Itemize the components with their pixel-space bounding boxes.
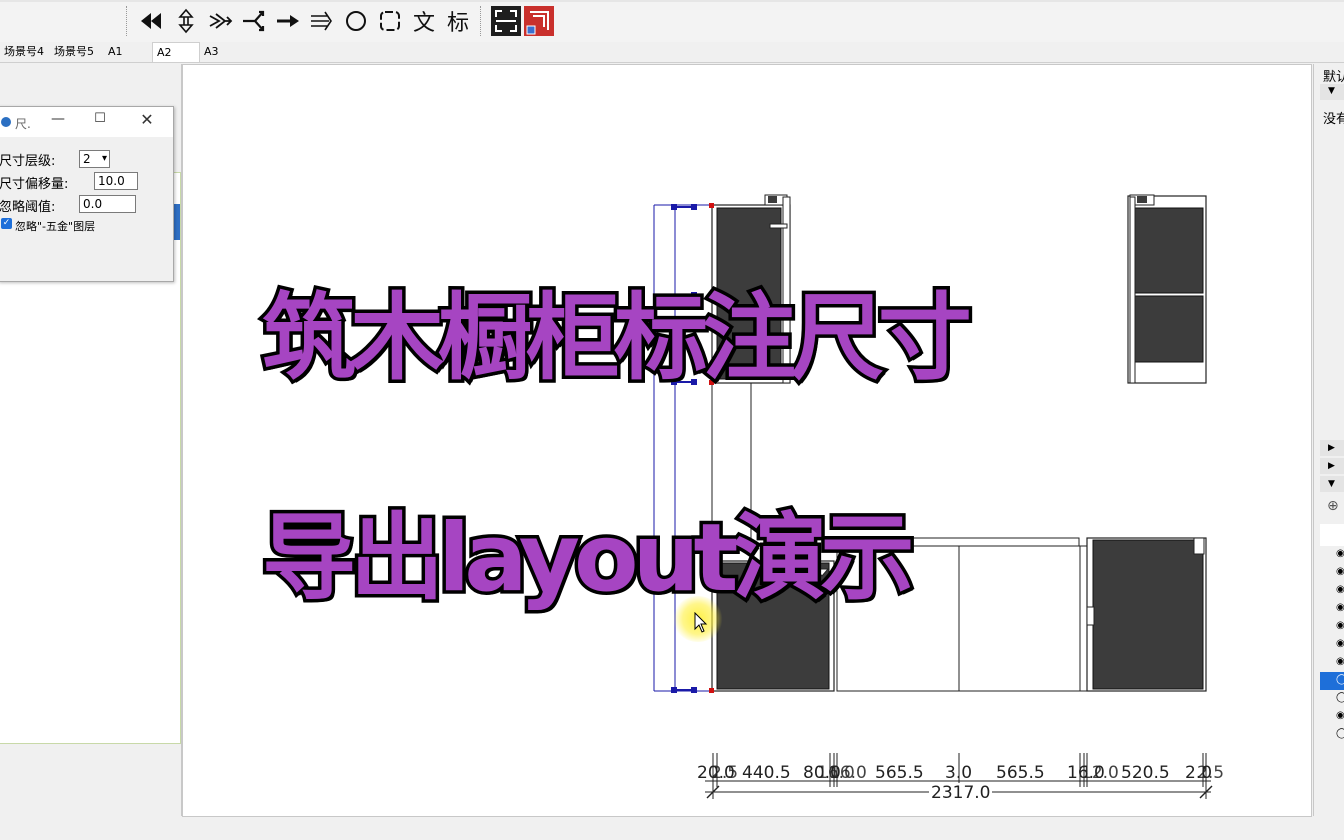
branch-tool-button[interactable] <box>203 5 237 37</box>
eye-icon[interactable]: ◉ <box>1336 566 1344 577</box>
dimension-label-cabinet-1: 440.5 <box>742 763 791 783</box>
right-panel-empty-text: 没有 <box>1323 112 1344 127</box>
toolbar-grip[interactable] <box>126 6 131 36</box>
back-arrow-tool-button[interactable] <box>135 5 169 37</box>
eye-icon[interactable]: ◉ <box>1336 710 1344 721</box>
collapse-triangle-icon-2[interactable]: ▼ <box>1328 479 1335 489</box>
label-tool-button[interactable]: 标 <box>441 5 475 37</box>
level-select[interactable]: 2 ▾ <box>79 150 110 168</box>
dimension-label-center-gap: 3.0 <box>945 763 973 783</box>
dimension-label-panel-2: 16.0 <box>829 763 867 783</box>
offset-input[interactable]: 10.0 <box>94 172 138 190</box>
expand-triangle-icon-2[interactable]: ▶ <box>1328 461 1335 471</box>
dimension-label-sink-1: 565.5 <box>875 763 924 783</box>
dimension-label-cabinet-2: 520.5 <box>1121 763 1170 783</box>
dimension-dialog: 尺. — ☐ ✕ 尺寸层级: 2 ▾ 尺寸偏移量: 10.0 忽略阈值: 0.0… <box>0 106 174 282</box>
tab-a1[interactable]: A1 <box>104 42 152 62</box>
double-left-arrow-icon <box>141 13 161 29</box>
eye-icon[interactable]: ◉ <box>1336 620 1344 631</box>
drawing-tool-group: 文 标 <box>126 3 480 39</box>
offset-label: 尺寸偏移量: <box>0 177 69 192</box>
multi-line-arrow-icon <box>311 11 332 31</box>
dimension-label-total: 2317.0 <box>929 783 993 803</box>
right-panel-header[interactable]: 默认 <box>1323 66 1344 85</box>
layout-export-icon <box>524 6 555 36</box>
ignore-hardware-checkbox[interactable]: ✓ <box>1 218 12 229</box>
split-tool-button[interactable] <box>237 5 271 37</box>
upper-right-cabinet[interactable] <box>1127 194 1207 384</box>
app-logo-icon <box>1 117 11 127</box>
export-layout-button[interactable] <box>522 5 556 37</box>
text-tool-button[interactable]: 文 <box>407 5 441 37</box>
collapse-triangle-icon[interactable]: ▼ <box>1328 86 1335 96</box>
tab-scene-4[interactable]: 场景号4 <box>0 42 50 62</box>
status-bar <box>0 817 1344 840</box>
rounded-rectangle-icon <box>380 11 400 31</box>
minimize-icon[interactable]: — <box>51 111 65 127</box>
right-panel: 默认 ▼ 没有 ▶ ▶ ▼ ⊕ ◉ ◉ ◉ ◉ ◉ ◉ ◉ ◯ ◯ ◉ ◯ <box>1313 64 1344 816</box>
frame-corners-icon <box>490 6 521 36</box>
dimension-label-panel-4: 12.0 <box>1081 763 1119 783</box>
ignore-hardware-label: 忽略"-五金"图层 <box>15 220 96 233</box>
eye-icon[interactable]: ◉ <box>1336 602 1344 613</box>
toolbar-grip-2[interactable] <box>480 6 485 36</box>
dimension-frame-button[interactable] <box>489 5 523 37</box>
dimension-tool-group <box>480 3 556 39</box>
toolbar-top-edge <box>0 0 1344 2</box>
fork-icon <box>243 10 265 32</box>
layout-canvas[interactable]: 20.0 2.5 440.5 80.0 16.0 16.0 565.5 3.0 … <box>182 64 1312 817</box>
lower-right-cabinet[interactable] <box>1086 537 1207 692</box>
eye-icon[interactable]: ◉ <box>1336 656 1344 667</box>
threshold-input[interactable]: 0.0 <box>79 195 136 213</box>
scene-tab-bar: 场景号4 场景号5 A1 A2 A3 <box>0 42 1344 63</box>
branch-arrow-icon <box>209 13 233 29</box>
maximize-icon[interactable]: ☐ <box>93 111 107 126</box>
vertical-move-tool-button[interactable] <box>169 5 203 37</box>
tab-a2[interactable]: A2 <box>152 42 200 62</box>
multi-arrow-tool-button[interactable] <box>305 5 339 37</box>
threshold-label: 忽略阈值: <box>0 200 56 215</box>
extend-tool-button[interactable] <box>271 5 305 37</box>
tab-a3[interactable]: A3 <box>200 42 246 62</box>
eye-icon[interactable]: ◉ <box>1336 638 1344 649</box>
circle-tool-button[interactable] <box>339 5 373 37</box>
cabinet-drawing <box>653 194 1213 799</box>
hidden-eye-icon[interactable]: ◯ <box>1336 728 1344 739</box>
eye-icon[interactable]: ◉ <box>1336 584 1344 595</box>
chevron-down-icon: ▾ <box>101 153 107 164</box>
dimension-label-left-gap: 2.5 <box>711 763 739 783</box>
dimension-label-sink-2: 565.5 <box>996 763 1045 783</box>
text-tool-label: 文 <box>412 11 435 36</box>
dialog-titlebar[interactable]: 尺. — ☐ ✕ <box>0 107 173 137</box>
level-select-value: 2 <box>83 152 91 166</box>
dialog-title: 尺. <box>15 117 31 131</box>
level-label: 尺寸层级: <box>0 154 56 169</box>
hidden-eye-icon[interactable]: ◯ <box>1336 674 1344 685</box>
rectangle-tool-button[interactable] <box>373 5 407 37</box>
toolbar: 文 标 <box>0 0 1344 43</box>
hidden-eye-icon[interactable]: ◯ <box>1336 692 1344 703</box>
expand-triangle-icon[interactable]: ▶ <box>1328 443 1335 453</box>
right-arrow-icon <box>277 15 299 27</box>
video-title-line-2: 导出layout演示 <box>258 501 917 617</box>
circle-icon <box>346 11 366 31</box>
video-title-line-1: 筑木橱柜标注尺寸 <box>258 281 975 397</box>
eye-icon[interactable]: ◉ <box>1336 548 1344 559</box>
dimension-label-right-edge: 2.5 <box>1197 763 1225 783</box>
vertical-arrows-icon <box>178 8 194 34</box>
right-panel-input[interactable] <box>1320 524 1344 546</box>
add-layer-icon[interactable]: ⊕ <box>1327 498 1339 514</box>
mouse-cursor-icon <box>694 612 708 633</box>
close-icon[interactable]: ✕ <box>139 110 155 129</box>
label-tool-label: 标 <box>446 11 469 36</box>
tab-scene-5[interactable]: 场景号5 <box>50 42 104 62</box>
